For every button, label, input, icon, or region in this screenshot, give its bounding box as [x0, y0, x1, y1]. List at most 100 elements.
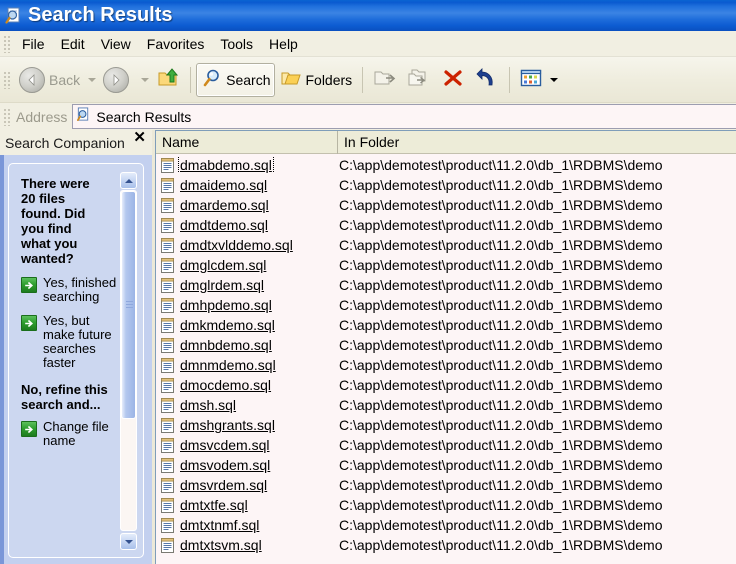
- file-name-label[interactable]: dmshgrants.sql: [179, 417, 276, 433]
- table-row[interactable]: dmsvodem.sqlC:\app\demotest\product\11.2…: [156, 455, 736, 475]
- file-name-label[interactable]: dmtxtnmf.sql: [179, 517, 260, 533]
- search-companion-pane: Search Companion ✕ There were 20 files f…: [0, 130, 152, 564]
- file-name-label[interactable]: dmnmdemo.sql: [179, 357, 277, 373]
- companion-scroll-thumb[interactable]: [121, 191, 136, 419]
- table-row[interactable]: dmsvrdem.sqlC:\app\demotest\product\11.2…: [156, 475, 736, 495]
- table-row[interactable]: dmglrdem.sqlC:\app\demotest\product\11.2…: [156, 275, 736, 295]
- undo-button[interactable]: [470, 63, 504, 97]
- companion-link-faster-searches[interactable]: Yes, but make future searches faster: [21, 314, 125, 370]
- file-name-cell[interactable]: dmnmdemo.sql: [161, 357, 338, 373]
- views-dropdown-button[interactable]: [547, 63, 560, 97]
- menu-item-file[interactable]: File: [14, 34, 53, 54]
- file-name-cell[interactable]: dmshgrants.sql: [161, 417, 338, 433]
- table-row[interactable]: dmabdemo.sqlC:\app\demotest\product\11.2…: [156, 155, 736, 175]
- table-row[interactable]: dmaidemo.sqlC:\app\demotest\product\11.2…: [156, 175, 736, 195]
- file-name-cell[interactable]: dmsvodem.sql: [161, 457, 338, 473]
- companion-link-yes-finished[interactable]: Yes, finished searching: [21, 276, 125, 304]
- file-name-label[interactable]: dmabdemo.sql: [179, 157, 273, 173]
- file-name-cell[interactable]: dmglcdem.sql: [161, 257, 338, 273]
- back-dropdown-button[interactable]: [85, 63, 98, 97]
- address-gripper[interactable]: [3, 108, 12, 126]
- file-name-label[interactable]: dmtxtsvm.sql: [179, 537, 263, 553]
- menu-gripper[interactable]: [3, 35, 12, 53]
- file-name-label[interactable]: dmdtxvlddemo.sql: [179, 237, 294, 253]
- views-button[interactable]: [515, 63, 547, 97]
- menu-item-tools[interactable]: Tools: [212, 34, 261, 54]
- delete-button[interactable]: [436, 63, 470, 97]
- sql-file-icon: [161, 198, 174, 213]
- file-name-label[interactable]: dmocdemo.sql: [179, 377, 272, 393]
- file-name-cell[interactable]: dmocdemo.sql: [161, 377, 338, 393]
- table-row[interactable]: dmtxtfe.sqlC:\app\demotest\product\11.2.…: [156, 495, 736, 515]
- table-row[interactable]: dmshgrants.sqlC:\app\demotest\product\11…: [156, 415, 736, 435]
- file-name-cell[interactable]: dmglrdem.sql: [161, 277, 338, 293]
- file-name-label[interactable]: dmaidemo.sql: [179, 177, 268, 193]
- file-name-label[interactable]: dmhpdemo.sql: [179, 297, 273, 313]
- copy-to-folder-button[interactable]: [402, 63, 436, 97]
- sql-file-icon: [161, 518, 174, 533]
- table-row[interactable]: dmardemo.sqlC:\app\demotest\product\11.2…: [156, 195, 736, 215]
- file-name-cell[interactable]: dmtxtfe.sql: [161, 497, 338, 513]
- file-name-label[interactable]: dmsvodem.sql: [179, 457, 271, 473]
- column-header-name[interactable]: Name: [156, 131, 338, 154]
- file-name-label[interactable]: dmdtdemo.sql: [179, 217, 269, 233]
- file-name-label[interactable]: dmardemo.sql: [179, 197, 270, 213]
- file-name-cell[interactable]: dmnbdemo.sql: [161, 337, 338, 353]
- table-row[interactable]: dmdtdemo.sqlC:\app\demotest\product\11.2…: [156, 215, 736, 235]
- table-row[interactable]: dmdtxvlddemo.sqlC:\app\demotest\product\…: [156, 235, 736, 255]
- up-button[interactable]: [151, 63, 185, 97]
- file-name-label[interactable]: dmsh.sql: [179, 397, 237, 413]
- file-name-cell[interactable]: dmdtdemo.sql: [161, 217, 338, 233]
- move-to-folder-button[interactable]: [368, 63, 402, 97]
- file-name-cell[interactable]: dmsvcdem.sql: [161, 437, 338, 453]
- file-folder-cell: C:\app\demotest\product\11.2.0\db_1\RDBM…: [338, 317, 662, 333]
- companion-scrollbar[interactable]: [120, 172, 137, 550]
- address-bar: Address Search Results: [0, 103, 736, 130]
- table-row[interactable]: dmtxtsvm.sqlC:\app\demotest\product\11.2…: [156, 535, 736, 555]
- file-name-cell[interactable]: dmtxtsvm.sql: [161, 537, 338, 553]
- file-name-label[interactable]: dmtxtfe.sql: [179, 497, 249, 513]
- table-row[interactable]: dmsvcdem.sqlC:\app\demotest\product\11.2…: [156, 435, 736, 455]
- sql-file-icon: [161, 298, 174, 313]
- menu-item-view[interactable]: View: [93, 34, 139, 54]
- file-name-cell[interactable]: dmsvrdem.sql: [161, 477, 338, 493]
- file-name-cell[interactable]: dmtxtnmf.sql: [161, 517, 338, 533]
- search-button[interactable]: Search: [196, 63, 275, 97]
- menu-item-help[interactable]: Help: [261, 34, 306, 54]
- file-name-cell[interactable]: dmkmdemo.sql: [161, 317, 338, 333]
- menu-item-favorites[interactable]: Favorites: [139, 34, 213, 54]
- table-row[interactable]: dmtxtnmf.sqlC:\app\demotest\product\11.2…: [156, 515, 736, 535]
- companion-link-change-file-name[interactable]: Change file name: [21, 420, 125, 448]
- forward-dropdown-button[interactable]: [138, 63, 151, 97]
- scroll-down-button[interactable]: [120, 533, 137, 550]
- folders-button[interactable]: Folders: [275, 63, 357, 97]
- file-name-label[interactable]: dmnbdemo.sql: [179, 337, 273, 353]
- file-name-cell[interactable]: dmaidemo.sql: [161, 177, 338, 193]
- file-name-cell[interactable]: dmabdemo.sql: [161, 157, 338, 173]
- file-name-cell[interactable]: dmdtxvlddemo.sql: [161, 237, 338, 253]
- back-button[interactable]: Back: [14, 63, 85, 97]
- table-row[interactable]: dmkmdemo.sql C:\app\demotest\product\11.2…: [156, 315, 736, 335]
- table-row[interactable]: dmhpdemo.sqlC:\app\demotest\product\11.2…: [156, 295, 736, 315]
- file-name-cell[interactable]: dmardemo.sql: [161, 197, 338, 213]
- menu-item-edit[interactable]: Edit: [53, 34, 93, 54]
- file-name-cell[interactable]: dmsh.sql: [161, 397, 338, 413]
- file-name-label[interactable]: dmsvrdem.sql: [179, 477, 268, 493]
- file-name-label[interactable]: dmglrdem.sql: [179, 277, 265, 293]
- table-row[interactable]: dmglcdem.sqlC:\app\demotest\product\11.2…: [156, 255, 736, 275]
- column-header-in-folder[interactable]: In Folder: [338, 131, 736, 154]
- table-row[interactable]: dmnmdemo.sqlC:\app\demotest\product\11.2…: [156, 355, 736, 375]
- table-row[interactable]: dmocdemo.sqlC:\app\demotest\product\11.2…: [156, 375, 736, 395]
- table-row[interactable]: dmnbdemo.sqlC:\app\demotest\product\11.2…: [156, 335, 736, 355]
- table-row[interactable]: dmsh.sqlC:\app\demotest\product\11.2.0\d…: [156, 395, 736, 415]
- file-name-label[interactable]: dmglcdem.sql: [179, 257, 267, 273]
- file-name-label[interactable]: dmkmdemo.sql: [179, 317, 276, 333]
- close-icon[interactable]: ✕: [133, 131, 146, 145]
- forward-button[interactable]: [98, 63, 138, 97]
- toolbar-gripper[interactable]: [3, 71, 12, 89]
- file-name-cell[interactable]: dmhpdemo.sql: [161, 297, 338, 313]
- scroll-up-button[interactable]: [120, 172, 137, 189]
- address-input[interactable]: Search Results: [72, 104, 736, 129]
- file-name-label[interactable]: dmsvcdem.sql: [179, 437, 270, 453]
- companion-scroll-track[interactable]: [120, 190, 137, 531]
